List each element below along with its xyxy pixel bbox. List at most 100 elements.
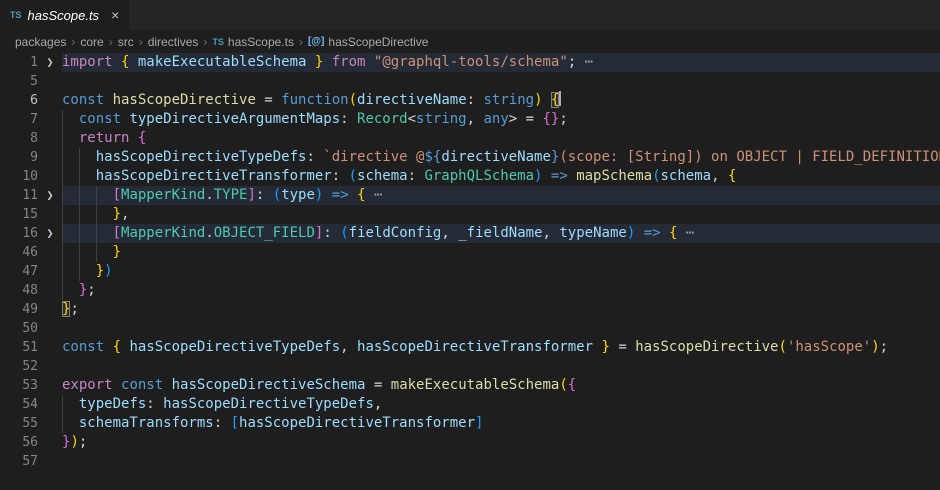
code-line-50[interactable]: 50 — [0, 319, 940, 338]
code-token: . — [205, 225, 213, 241]
code-content: }, — [62, 205, 940, 224]
code-line-1[interactable]: 1❯import { makeExecutableSchema } from "… — [0, 53, 940, 72]
code-token: ⋯ — [366, 187, 383, 203]
code-content: [MapperKind.OBJECT_FIELD]: (fieldConfig,… — [62, 224, 940, 243]
gutter: 7 — [0, 110, 62, 129]
breadcrumb-item-hasscope-ts[interactable]: TShasScope.ts — [212, 35, 294, 49]
code-token: return — [62, 130, 138, 146]
code-line-51[interactable]: 51const { hasScopeDirectiveTypeDefs, has… — [0, 338, 940, 357]
breadcrumb: packages›core›src›directives›TShasScope.… — [0, 30, 940, 53]
fold-spacer — [38, 319, 62, 338]
code-content: schemaTransforms: [hasScopeDirectiveTran… — [62, 414, 940, 433]
code-token: ${ — [424, 149, 441, 165]
close-icon[interactable]: × — [111, 8, 119, 22]
code-token: hasScopeDirectiveTypeDefs — [62, 149, 306, 165]
code-token: const — [62, 339, 113, 355]
code-token: directiveName — [441, 149, 551, 165]
breadcrumb-separator-icon: › — [139, 35, 143, 49]
code-line-49[interactable]: 49}; — [0, 300, 940, 319]
fold-collapsed-icon[interactable]: ❯ — [38, 186, 62, 205]
code-line-8[interactable]: 8 return { — [0, 129, 940, 148]
code-token: directiveName — [357, 92, 467, 108]
gutter: 56 — [0, 433, 62, 452]
code-token: ; — [70, 301, 78, 317]
breadcrumb-item-src[interactable]: src — [118, 35, 134, 49]
code-line-11[interactable]: 11❯ [MapperKind.TYPE]: (type) => { ⋯ — [0, 186, 940, 205]
code-token: } — [62, 244, 121, 260]
code-line-46[interactable]: 46 } — [0, 243, 940, 262]
code-token: hasScopeDirectiveSchema — [172, 377, 366, 393]
code-line-6[interactable]: 6const hasScopeDirective = function(dire… — [0, 91, 940, 110]
code-content: return { — [62, 129, 940, 148]
code-token: ] — [475, 415, 483, 431]
fold-spacer — [38, 110, 62, 129]
code-content — [62, 452, 940, 471]
code-token: typeDefs — [62, 396, 146, 412]
code-line-48[interactable]: 48 }; — [0, 281, 940, 300]
gutter: 51 — [0, 338, 62, 357]
code-line-57[interactable]: 57 — [0, 452, 940, 471]
code-line-53[interactable]: 53export const hasScopeDirectiveSchema =… — [0, 376, 940, 395]
code-text: hasScopeDirectiveTypeDefs: `directive @$… — [62, 148, 940, 167]
gutter: 54 — [0, 395, 62, 414]
code-token: ; — [87, 282, 95, 298]
fold-spacer — [38, 376, 62, 395]
gutter: 47 — [0, 262, 62, 281]
code-content: } — [62, 243, 940, 262]
code-line-54[interactable]: 54 typeDefs: hasScopeDirectiveTypeDefs, — [0, 395, 940, 414]
tab-bar: TS hasScope.ts × — [0, 0, 940, 30]
code-token: fieldConfig — [349, 225, 442, 241]
code-token: hasScopeDirectiveTransformer — [239, 415, 475, 431]
code-token: , — [121, 206, 129, 222]
fold-collapsed-icon[interactable]: ❯ — [38, 53, 62, 72]
code-token: : — [332, 168, 349, 184]
line-number: 49 — [0, 300, 38, 319]
code-token: { — [568, 377, 576, 393]
code-token: } — [62, 282, 87, 298]
code-token: } — [593, 339, 610, 355]
line-number: 6 — [0, 91, 38, 110]
code-content: import { makeExecutableSchema } from "@g… — [62, 53, 940, 72]
fold-spacer — [38, 148, 62, 167]
line-number: 55 — [0, 414, 38, 433]
typescript-file-icon: TS — [10, 10, 22, 20]
code-token: type — [281, 187, 315, 203]
code-line-15[interactable]: 15 }, — [0, 205, 940, 224]
line-number: 56 — [0, 433, 38, 452]
code-line-7[interactable]: 7 const typeDirectiveArgumentMaps: Recor… — [0, 110, 940, 129]
breadcrumb-item-directives[interactable]: directives — [148, 35, 199, 49]
code-text: export const hasScopeDirectiveSchema = m… — [62, 376, 940, 395]
code-token: ) — [627, 225, 635, 241]
breadcrumb-item-core[interactable]: core — [80, 35, 103, 49]
breadcrumb-item-packages[interactable]: packages — [15, 35, 66, 49]
code-token: const — [121, 377, 172, 393]
code-line-5[interactable]: 5 — [0, 72, 940, 91]
breadcrumb-label: src — [118, 35, 134, 49]
gutter: 9 — [0, 148, 62, 167]
code-line-56[interactable]: 56}); — [0, 433, 940, 452]
breadcrumb-separator-icon: › — [299, 35, 303, 49]
tab-hasscope-ts[interactable]: TS hasScope.ts × — [0, 0, 130, 30]
fold-collapsed-icon[interactable]: ❯ — [38, 224, 62, 243]
code-token: ( — [340, 225, 348, 241]
gutter: 6 — [0, 91, 62, 110]
code-token: : — [340, 111, 357, 127]
breadcrumb-item-hasscopedirective[interactable]: [@]hasScopeDirective — [308, 35, 428, 49]
code-line-47[interactable]: 47 }) — [0, 262, 940, 281]
code-token: , — [374, 396, 382, 412]
fold-spacer — [38, 281, 62, 300]
line-number: 54 — [0, 395, 38, 414]
code-token: . — [205, 187, 213, 203]
code-line-10[interactable]: 10 hasScopeDirectiveTransformer: (schema… — [0, 167, 940, 186]
breadcrumb-label: hasScopeDirective — [328, 35, 428, 49]
vscode-editor-window: TS hasScope.ts × packages›core›src›direc… — [0, 0, 940, 490]
code-line-52[interactable]: 52 — [0, 357, 940, 376]
code-line-16[interactable]: 16❯ [MapperKind.OBJECT_FIELD]: (fieldCon… — [0, 224, 940, 243]
code-token: _fieldName — [458, 225, 542, 241]
code-token: : — [214, 415, 231, 431]
code-line-55[interactable]: 55 schemaTransforms: [hasScopeDirectiveT… — [0, 414, 940, 433]
code-token: typeDirectiveArgumentMaps — [129, 111, 340, 127]
code-token: OBJECT_FIELD — [214, 225, 315, 241]
editor-lines[interactable]: 1❯import { makeExecutableSchema } from "… — [0, 53, 940, 490]
code-line-9[interactable]: 9 hasScopeDirectiveTypeDefs: `directive … — [0, 148, 940, 167]
